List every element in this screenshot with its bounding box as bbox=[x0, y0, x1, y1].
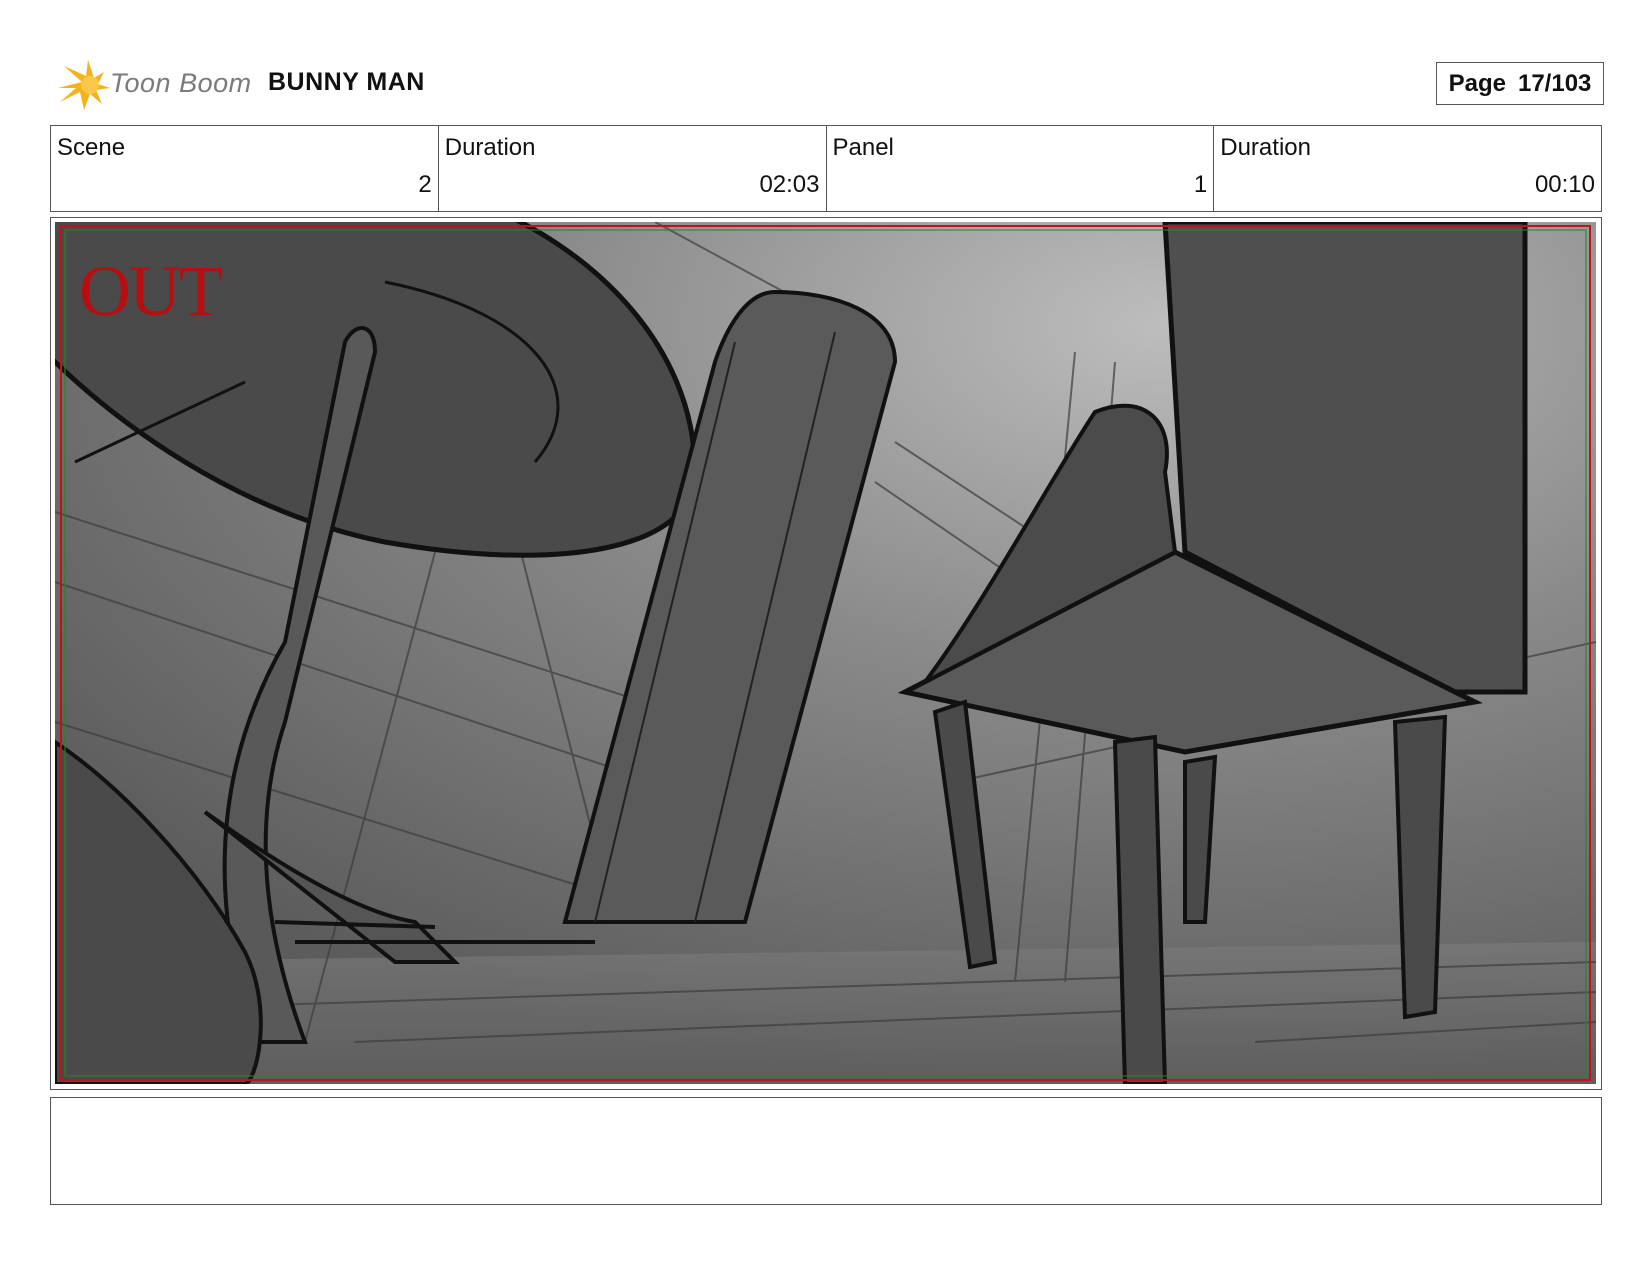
panel-label: Panel bbox=[832, 134, 894, 161]
panel-duration-cell: Duration 00:10 bbox=[1214, 126, 1601, 211]
page-indicator: Page 17/103 bbox=[1436, 62, 1604, 105]
out-transition-label: OUT bbox=[79, 251, 223, 331]
storyboard-sketch: OUT bbox=[55, 222, 1596, 1084]
panel-notes-box bbox=[50, 1097, 1602, 1205]
panel-duration-label: Duration bbox=[1220, 134, 1311, 161]
scene-duration-label: Duration bbox=[444, 134, 536, 161]
page-label: Page bbox=[1448, 69, 1506, 97]
panel-duration-value: 00:10 bbox=[1534, 171, 1595, 198]
panel-cell: Panel 1 bbox=[827, 126, 1215, 211]
scene-duration-value: 02:03 bbox=[759, 171, 820, 198]
storyboard-panel-frame: OUT bbox=[50, 217, 1602, 1090]
logo-text: Toon Boom bbox=[110, 68, 252, 98]
scene-value: 2 bbox=[418, 171, 432, 198]
toon-boom-logo: Toon Boom bbox=[54, 58, 254, 118]
page-number: 17/103 bbox=[1517, 69, 1592, 97]
sketch-drawing bbox=[55, 222, 1596, 1084]
scene-duration-cell: Duration 02:03 bbox=[439, 126, 827, 211]
starburst-icon bbox=[58, 60, 110, 110]
scene-cell: Scene 2 bbox=[51, 126, 439, 211]
project-title: BUNNY MAN bbox=[268, 68, 425, 96]
scene-label: Scene bbox=[57, 134, 126, 161]
page-header: Toon Boom BUNNY MAN Page 17/103 bbox=[50, 52, 1604, 118]
panel-value: 1 bbox=[1193, 171, 1208, 198]
scene-info-table: Scene 2 Duration 02:03 Panel 1 Duration … bbox=[50, 125, 1602, 212]
